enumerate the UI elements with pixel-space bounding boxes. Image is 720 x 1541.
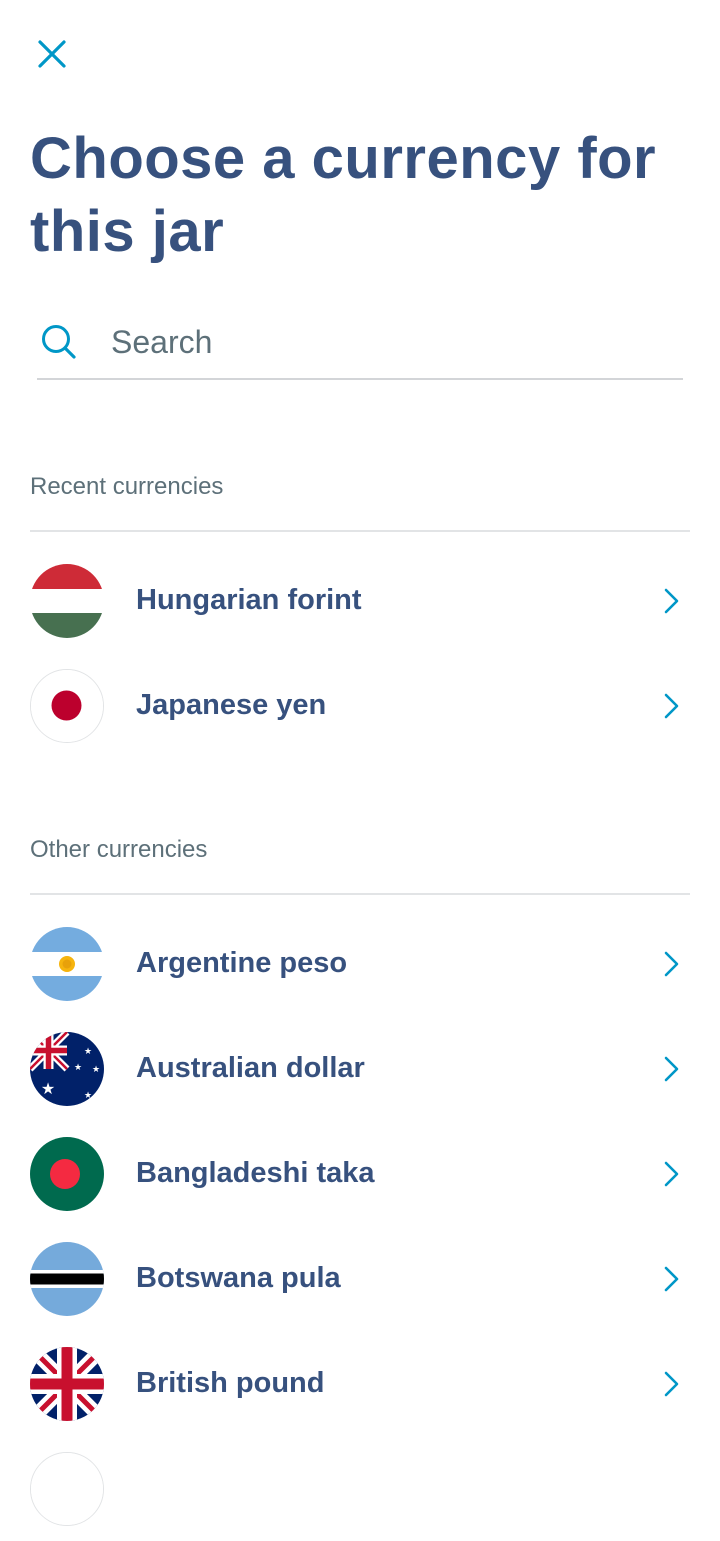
botswana-flag-icon [30, 1241, 104, 1316]
australia-flag-icon: ★ ★ ★ ★ ★ [30, 1031, 104, 1106]
flag-icon [30, 1451, 104, 1526]
close-button[interactable] [32, 34, 72, 74]
currency-name: Hungarian forint [136, 584, 362, 616]
divider [30, 530, 690, 532]
search-input[interactable] [111, 323, 631, 361]
currency-row-bangladeshi-taka[interactable]: Bangladeshi taka [30, 1121, 690, 1226]
svg-text:★: ★ [92, 1065, 100, 1075]
hungary-flag-icon [30, 563, 104, 638]
other-currencies-heading: Other currencies [30, 836, 208, 863]
uk-flag-icon [30, 1346, 104, 1421]
currency-name: British pound [136, 1367, 325, 1399]
currency-name: Bangladeshi taka [136, 1157, 375, 1189]
recent-currencies-heading: Recent currencies [30, 473, 224, 500]
chevron-right-icon [660, 949, 684, 979]
chevron-right-icon [660, 1369, 684, 1399]
currency-name: Argentine peso [136, 947, 348, 979]
currency-row-japanese-yen[interactable]: Japanese yen [30, 653, 690, 758]
svg-text:★: ★ [84, 1091, 92, 1101]
currency-row-partial[interactable] [30, 1436, 690, 1541]
other-currency-list: Argentine peso ★ ★ ★ ★ ★ Australian doll… [30, 911, 690, 1541]
svg-text:★: ★ [41, 1079, 55, 1098]
chevron-right-icon [660, 586, 684, 616]
currency-row-british-pound[interactable]: British pound [30, 1331, 690, 1436]
svg-text:★: ★ [74, 1063, 82, 1073]
search-icon [37, 320, 81, 364]
divider [30, 893, 690, 895]
currency-name: Botswana pula [136, 1262, 341, 1294]
close-icon [38, 40, 66, 68]
currency-row-argentine-peso[interactable]: Argentine peso [30, 911, 690, 1016]
svg-text:★: ★ [84, 1047, 92, 1057]
currency-row-australian-dollar[interactable]: ★ ★ ★ ★ ★ Australian dollar [30, 1016, 690, 1121]
page-title: Choose a currency for this jar [30, 126, 657, 264]
currency-row-hungarian-forint[interactable]: Hungarian forint [30, 548, 690, 653]
currency-name: Australian dollar [136, 1052, 365, 1084]
argentina-flag-icon [30, 926, 104, 1001]
currency-name: Japanese yen [136, 689, 327, 721]
chevron-right-icon [660, 1159, 684, 1189]
currency-row-botswana-pula[interactable]: Botswana pula [30, 1226, 690, 1331]
bangladesh-flag-icon [30, 1136, 104, 1211]
japan-flag-icon [30, 668, 104, 743]
search-bar[interactable] [37, 306, 683, 380]
chevron-right-icon [660, 1264, 684, 1294]
chevron-right-icon [660, 1054, 684, 1084]
recent-currency-list: Hungarian forint Japanese yen [30, 548, 690, 758]
chevron-right-icon [660, 691, 684, 721]
